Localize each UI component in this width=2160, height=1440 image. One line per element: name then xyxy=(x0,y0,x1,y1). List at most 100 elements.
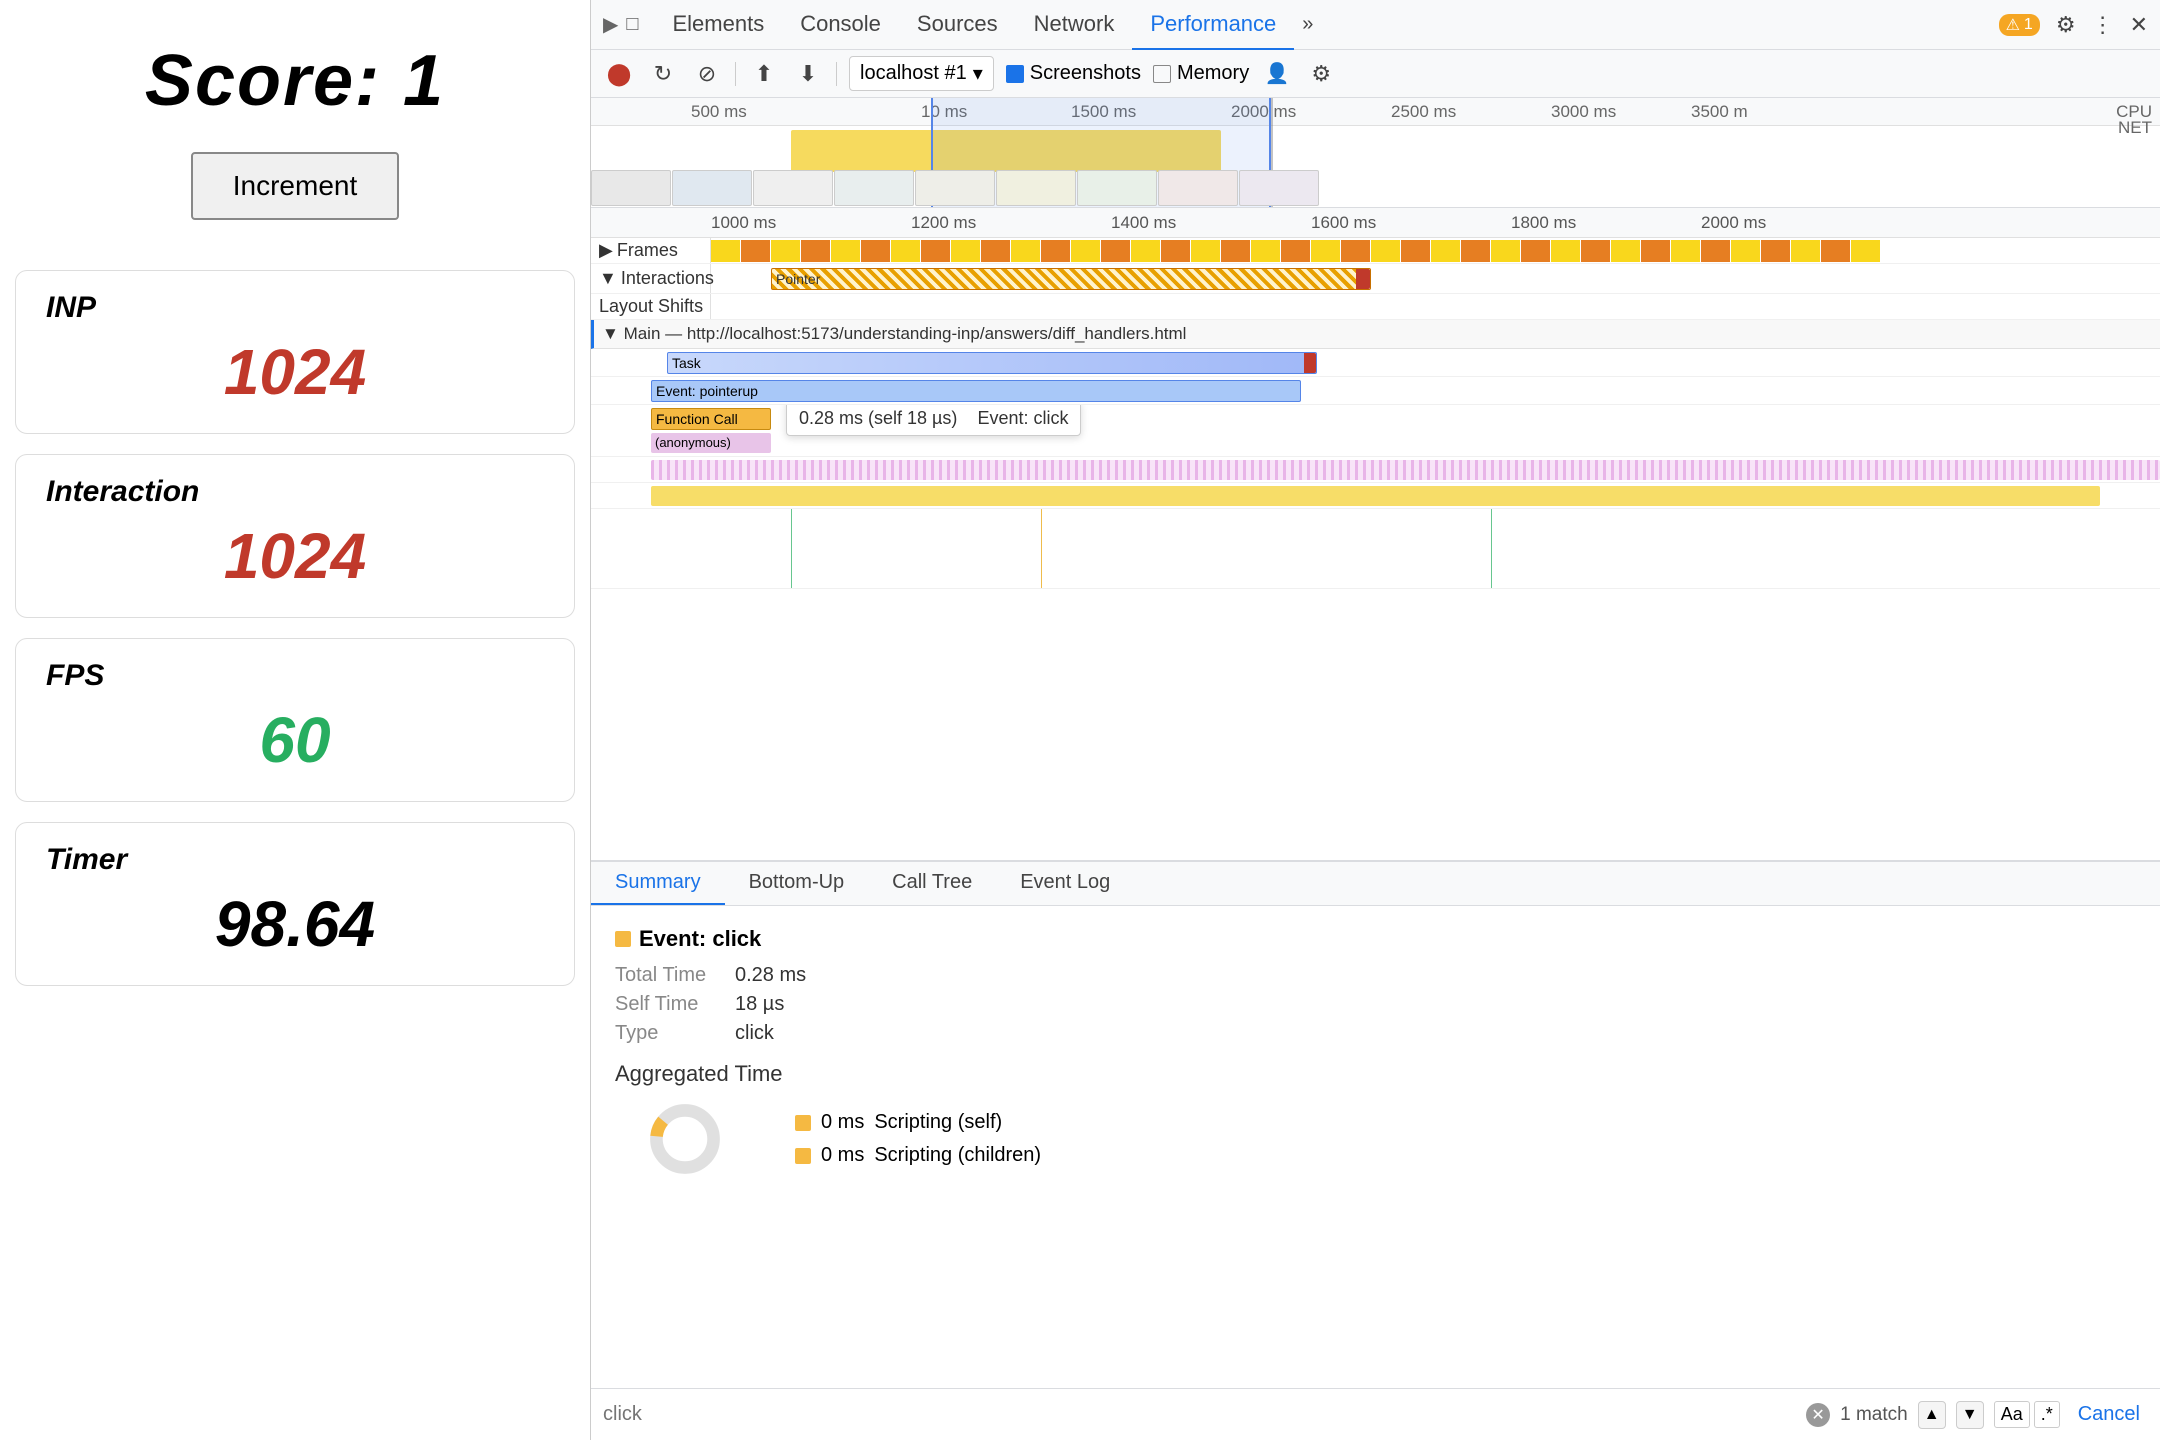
pointerup-bar[interactable]: Event: pointerup xyxy=(651,380,1301,402)
tab-sources[interactable]: Sources xyxy=(899,0,1016,50)
frame-cell xyxy=(1041,240,1071,262)
frame-cell xyxy=(1311,240,1341,262)
frame-cell xyxy=(1551,240,1581,262)
more-icon[interactable]: ⋮ xyxy=(2092,12,2114,38)
timeline-ruler-overview: 500 ms 10 ms 1500 ms 2000 ms 2500 ms 300… xyxy=(591,98,2160,126)
regex-button[interactable]: .* xyxy=(2034,1401,2060,1428)
clear-icon[interactable]: ⊘ xyxy=(691,58,723,90)
memory-checkbox[interactable] xyxy=(1153,65,1171,83)
frames-text: Frames xyxy=(617,240,678,261)
search-clear-button[interactable]: ✕ xyxy=(1806,1403,1830,1427)
cursor-icon[interactable]: ▶ xyxy=(603,12,618,37)
frames-label: ▶ Frames xyxy=(591,238,711,263)
screenshot-thumb xyxy=(996,170,1076,206)
tab-call-tree[interactable]: Call Tree xyxy=(868,861,996,905)
interactions-content: Pointer xyxy=(711,264,2160,294)
task-track[interactable]: Task xyxy=(591,349,2160,377)
event-color-dot xyxy=(615,931,631,947)
anonymous-bar[interactable]: (anonymous) xyxy=(651,433,771,453)
reload-icon[interactable]: ↻ xyxy=(647,58,679,90)
legend-color-self xyxy=(795,1115,811,1131)
frames-track[interactable]: ▶ Frames xyxy=(591,238,2160,264)
pointerup-track[interactable]: Event: pointerup xyxy=(591,377,2160,405)
search-next-button[interactable]: ▼ xyxy=(1956,1401,1984,1429)
frame-cell xyxy=(921,240,951,262)
screenshots-label: Screenshots xyxy=(1030,62,1141,85)
interactions-track[interactable]: ▼ Interactions Pointer xyxy=(591,264,2160,294)
tick-orange xyxy=(1041,509,1042,588)
tab-event-log[interactable]: Event Log xyxy=(996,861,1134,905)
download-icon[interactable]: ⬇ xyxy=(792,58,824,90)
tab-elements[interactable]: Elements xyxy=(654,0,782,50)
cancel-button[interactable]: Cancel xyxy=(2070,1403,2148,1426)
match-case-button[interactable]: Aa xyxy=(1994,1401,2030,1428)
memory-label: Memory xyxy=(1177,62,1249,85)
frame-cell xyxy=(951,240,981,262)
purple-stripe-content xyxy=(591,457,2160,483)
close-icon[interactable]: ✕ xyxy=(2130,12,2148,38)
fps-value: 60 xyxy=(46,703,544,777)
devtools-panel: ▶ □ Elements Console Sources Network Per… xyxy=(590,0,2160,1440)
header-icons: ⚠ 1 ⚙ ⋮ ✕ xyxy=(1999,12,2148,38)
detail-self-time: Self Time 18 µs xyxy=(615,993,2136,1016)
frame-cell xyxy=(1371,240,1401,262)
frame-cell xyxy=(1731,240,1761,262)
legend-label-self: Scripting (self) xyxy=(874,1111,1002,1134)
search-bar: ✕ 1 match ▲ ▼ Aa .* Cancel xyxy=(591,1388,2160,1440)
frames-chevron-icon[interactable]: ▶ xyxy=(599,240,613,261)
legend-value-children: 0 ms xyxy=(821,1144,864,1167)
record-icon[interactable]: ⬤ xyxy=(603,58,635,90)
tab-more[interactable]: » xyxy=(1294,0,1321,50)
pointer-label: Pointer xyxy=(776,271,820,287)
interaction-pointer-bar[interactable]: Pointer xyxy=(771,268,1371,290)
main-thread-chevron-icon[interactable]: ▼ xyxy=(602,324,619,343)
tick-green2 xyxy=(1491,509,1492,588)
person-icon[interactable]: 👤 xyxy=(1261,58,1293,90)
inspect-icon[interactable]: □ xyxy=(626,13,638,36)
interaction-label: Interaction xyxy=(46,475,544,509)
screenshots-checkbox[interactable] xyxy=(1006,65,1024,83)
tab-bottom-up[interactable]: Bottom-Up xyxy=(725,861,869,905)
layout-shifts-track[interactable]: Layout Shifts xyxy=(591,294,2160,320)
match-count: 1 match xyxy=(1840,1404,1908,1426)
detail-total-time: Total Time 0.28 ms xyxy=(615,964,2136,987)
tab-network[interactable]: Network xyxy=(1016,0,1133,50)
detail-total-key: Total Time xyxy=(615,964,715,987)
tab-performance[interactable]: Performance xyxy=(1132,0,1294,50)
function-call-track[interactable]: Function Call 0.28 ms (self 18 µs) Event… xyxy=(591,405,2160,457)
search-input[interactable] xyxy=(603,1403,1796,1426)
detail-self-value: 18 µs xyxy=(735,993,784,1016)
frame-cell xyxy=(1101,240,1131,262)
source-selector[interactable]: localhost #1 ▾ xyxy=(849,56,994,91)
screenshots-checkbox-group: Screenshots xyxy=(1006,62,1141,85)
task-bar[interactable]: Task xyxy=(667,352,1317,374)
frame-cell xyxy=(1701,240,1731,262)
screenshot-thumb xyxy=(591,170,671,206)
timer-label: Timer xyxy=(46,843,544,877)
search-prev-button[interactable]: ▲ xyxy=(1918,1401,1946,1429)
increment-button[interactable]: Increment xyxy=(191,152,400,220)
tab-console[interactable]: Console xyxy=(782,0,899,50)
inp-label: INP xyxy=(46,291,544,325)
settings-icon[interactable]: ⚙ xyxy=(2056,12,2076,38)
frame-cell xyxy=(1851,240,1881,262)
settings2-icon[interactable]: ⚙ xyxy=(1305,58,1337,90)
legend-color-children xyxy=(795,1148,811,1164)
detail-total-value: 0.28 ms xyxy=(735,964,806,987)
frames-cells xyxy=(711,240,2160,262)
interactions-text: Interactions xyxy=(621,268,714,289)
function-call-bar[interactable]: Function Call xyxy=(651,408,771,430)
interaction-red-end xyxy=(1356,269,1370,289)
tab-summary[interactable]: Summary xyxy=(591,861,725,905)
timeline-overview[interactable]: 500 ms 10 ms 1500 ms 2000 ms 2500 ms 300… xyxy=(591,98,2160,208)
screenshot-thumb xyxy=(915,170,995,206)
timeline-main[interactable]: 1000 ms 1200 ms 1400 ms 1600 ms 1800 ms … xyxy=(591,208,2160,860)
interactions-chevron-icon[interactable]: ▼ xyxy=(599,268,617,289)
legend-label-children: Scripting (children) xyxy=(874,1144,1041,1167)
upload-icon[interactable]: ⬆ xyxy=(748,58,780,90)
net-label: NET xyxy=(2118,118,2152,138)
yellow-stripe-track xyxy=(591,483,2160,509)
ruler2-2000: 2000 ms xyxy=(1701,213,1766,233)
search-options: Aa .* xyxy=(1994,1401,2060,1428)
frame-cell xyxy=(1581,240,1611,262)
